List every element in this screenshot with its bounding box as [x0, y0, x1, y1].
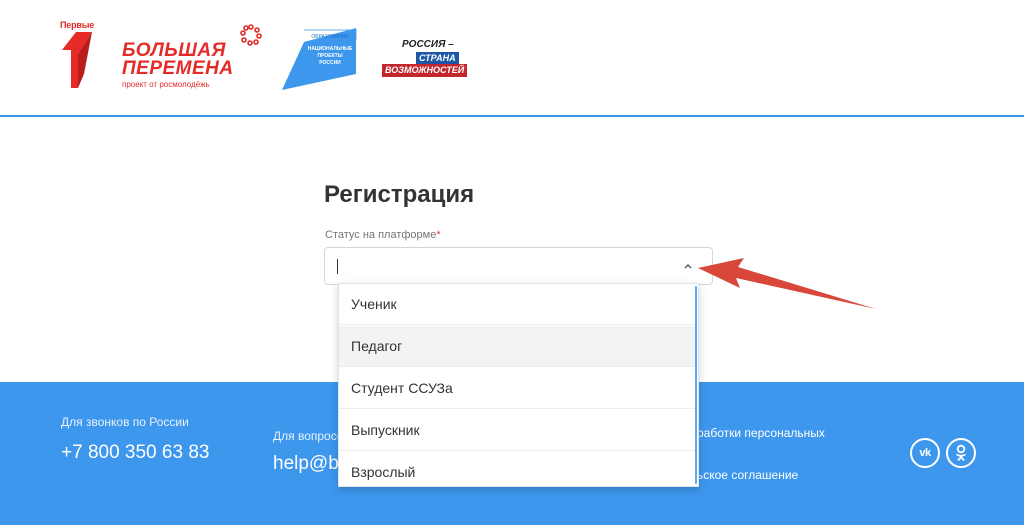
questions-label: Для вопросов [273, 429, 338, 443]
logo-rossiya-strana-vozmozhnostey[interactable]: РОССИЯ – СТРАНА ВОЗМОЖНОСТЕЙ [382, 39, 482, 79]
logo-pervye-label: Первые [60, 20, 94, 30]
annotation-arrow-icon [698, 258, 876, 309]
status-select[interactable] [324, 247, 713, 285]
dropdown-option-vypusknik[interactable]: Выпускник [339, 410, 696, 451]
dropdown-scrollbar[interactable] [695, 286, 697, 484]
dropdown-option-uchenik[interactable]: Ученик [339, 284, 696, 325]
phone-link[interactable]: +7 800 350 63 83 [61, 439, 211, 466]
ok-icon [956, 444, 966, 462]
vk-button[interactable]: vk [910, 438, 940, 468]
calls-label: Для звонков по России [61, 415, 189, 429]
header: Первые БОЛЬШАЯ ПЕРЕМЕНА проект от росмол… [0, 0, 1024, 117]
logo-nacionalnye-proekty[interactable]: ОБРАЗОВАНИЕ НАЦИОНАЛЬНЫЕ ПРОЕКТЫ РОССИИ [282, 28, 358, 90]
np-line1: НАЦИОНАЛЬНЫЕ [307, 46, 353, 52]
rossiya-line3: ВОЗМОЖНОСТЕЙ [382, 64, 468, 77]
user-agreement-link[interactable]: ьское соглашение [697, 468, 798, 482]
registration-page: Первые БОЛЬШАЯ ПЕРЕМЕНА проект от росмол… [0, 0, 1024, 525]
rossiya-line2: СТРАНА [416, 52, 459, 64]
logo-bp-line2: ПЕРЕМЕНА [122, 58, 234, 79]
text-caret [337, 259, 338, 274]
np-line0: ОБРАЗОВАНИЕ [311, 34, 349, 40]
logo-pervye-one-icon [62, 32, 92, 88]
rossiya-line1: РОССИЯ – [402, 39, 454, 50]
vk-icon: vk [919, 447, 931, 459]
np-line3: РОССИИ [319, 60, 341, 66]
personal-data-link[interactable]: работки персональных [697, 426, 825, 440]
dropdown-option-pedagog[interactable]: Педагог [339, 326, 696, 367]
chevron-up-icon[interactable] [682, 260, 694, 272]
status-label-text: Статус на платформе [325, 229, 437, 241]
page-title: Регистрация [324, 181, 475, 208]
ok-button[interactable] [946, 438, 976, 468]
dropdown-option-student-ssuza[interactable]: Студент ССУЗа [339, 368, 696, 409]
logo-pervye[interactable]: Первые [58, 20, 100, 90]
logo-bolshaya-peremena[interactable]: БОЛЬШАЯ ПЕРЕМЕНА проект от росмолодёжь [119, 24, 264, 90]
flower-icon [240, 24, 262, 46]
logo-bp-line3: проект от росмолодёжь [122, 80, 210, 89]
dropdown-option-vzroslyy[interactable]: Взрослый [339, 452, 696, 486]
status-dropdown-list: Ученик Педагог Студент ССУЗа Выпускник В… [338, 283, 699, 487]
status-field-label: Статус на платформе* [325, 229, 441, 241]
required-mark: * [436, 229, 441, 241]
np-line2: ПРОЕКТЫ [317, 53, 343, 59]
email-link[interactable]: help@bolshayaperemena.online [273, 453, 339, 475]
